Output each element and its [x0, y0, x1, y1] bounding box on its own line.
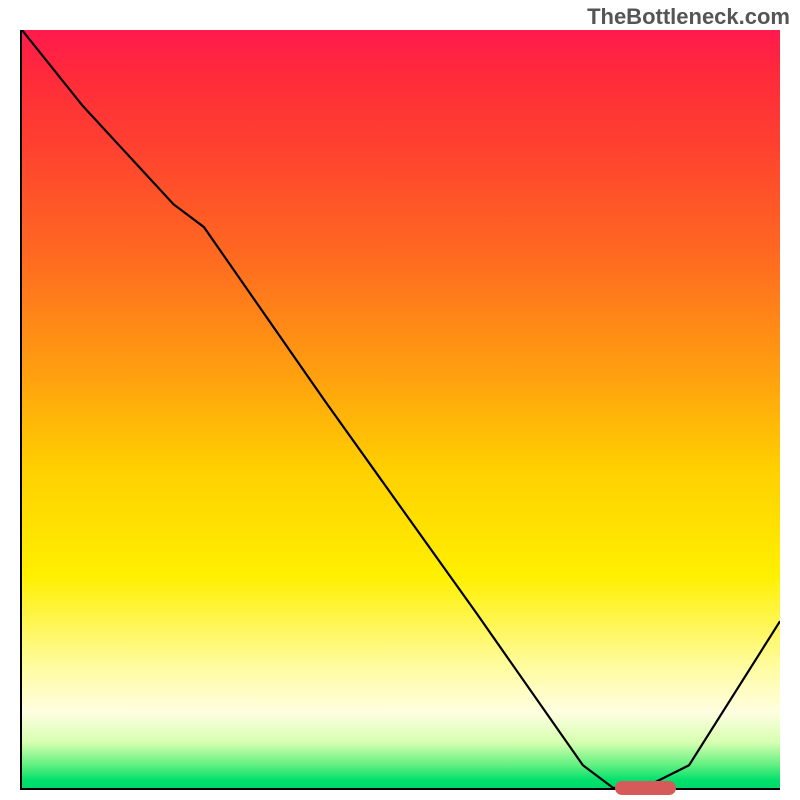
- bottleneck-curve-path: [22, 30, 780, 788]
- bottleneck-chart: TheBottleneck.com: [0, 0, 800, 800]
- plot-area: [20, 30, 780, 790]
- watermark-text: TheBottleneck.com: [587, 4, 790, 30]
- optimal-marker: [615, 781, 676, 795]
- curve-layer: [22, 30, 780, 788]
